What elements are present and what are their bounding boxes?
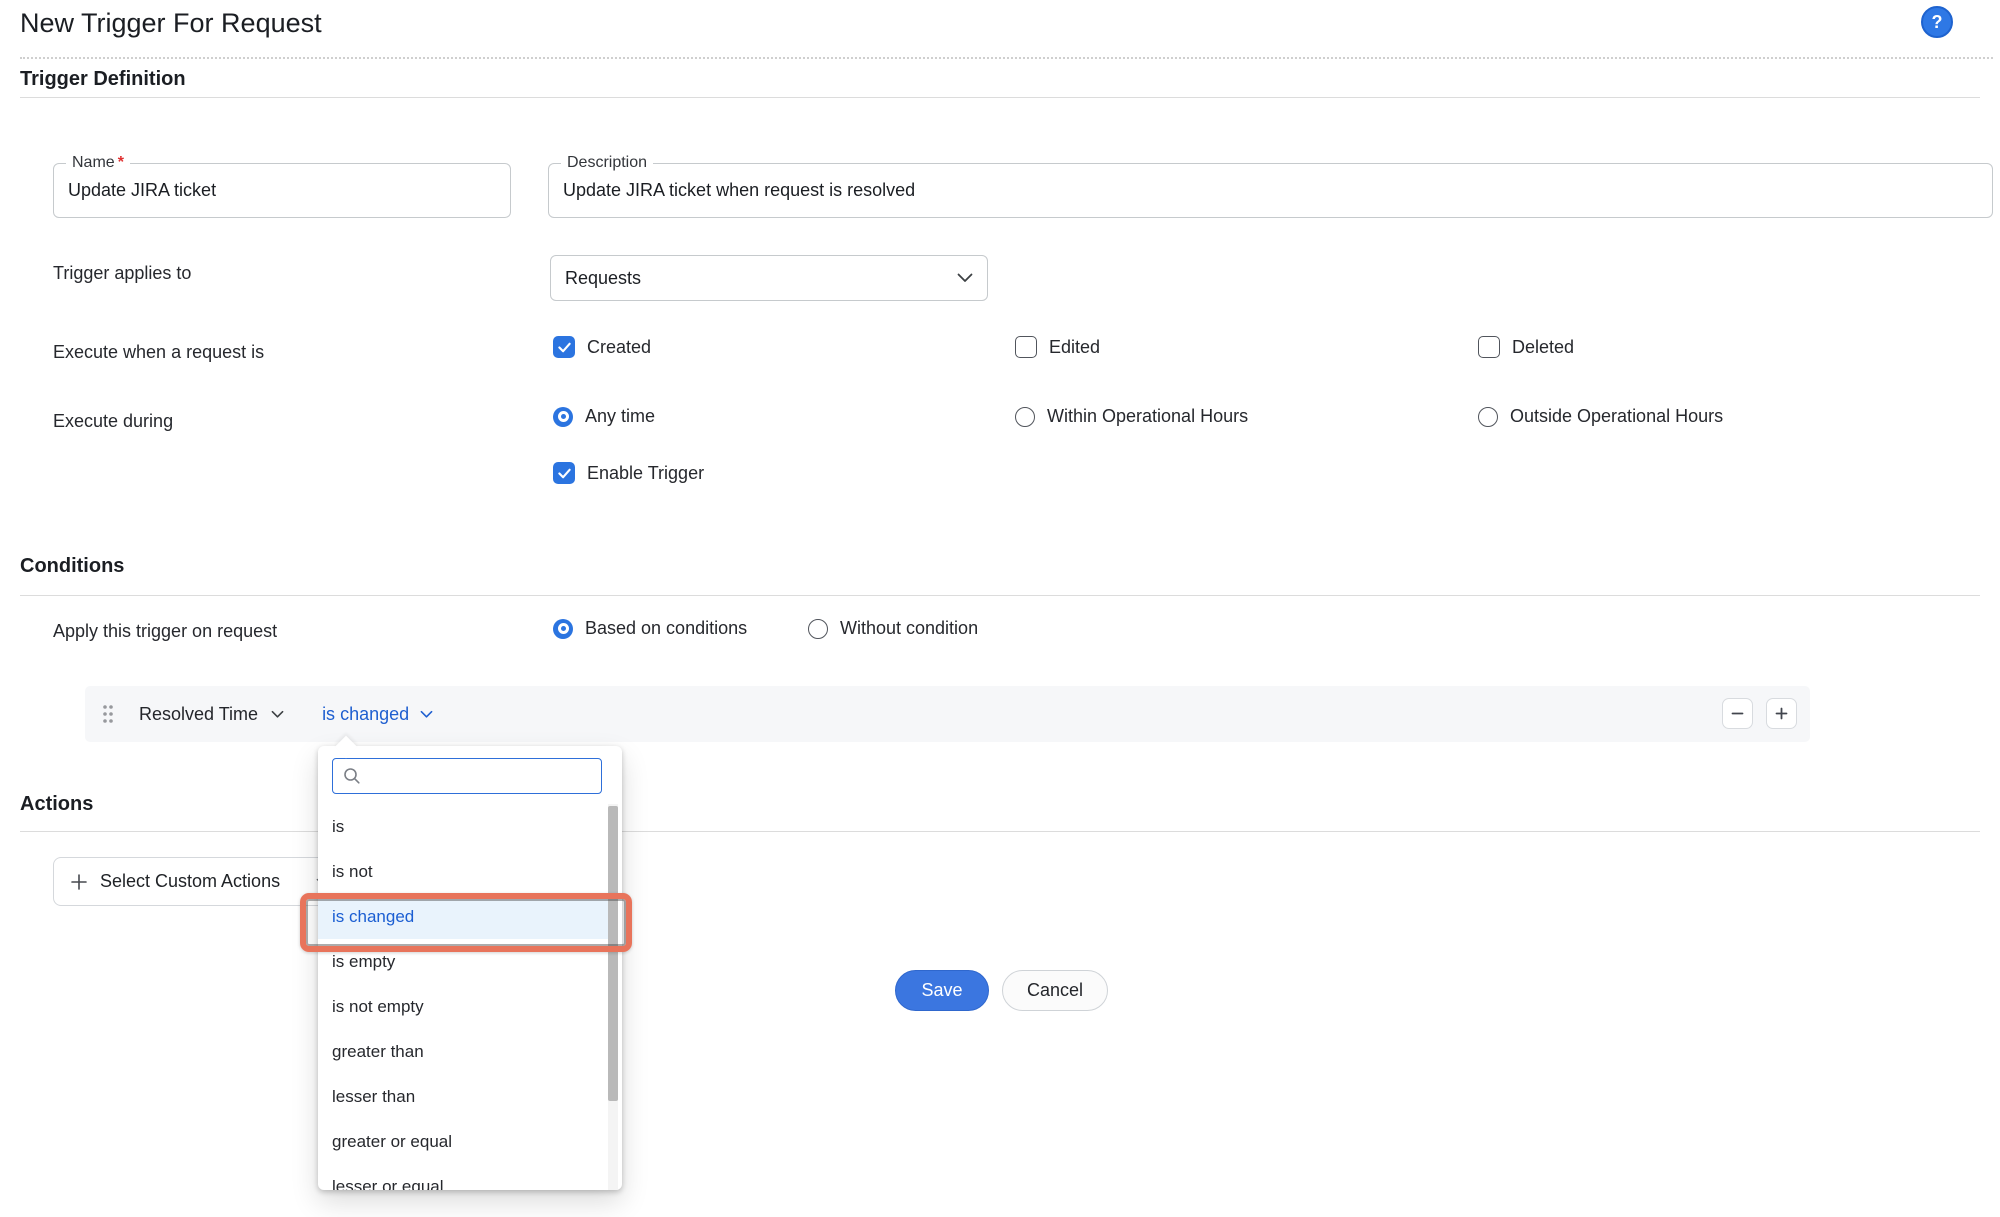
applies-to-value: Requests	[565, 268, 641, 289]
operator-option-lesser-than[interactable]: lesser than	[318, 1074, 608, 1119]
checkbox-unchecked-icon[interactable]	[1478, 336, 1500, 358]
save-button-label: Save	[921, 980, 962, 1001]
save-button[interactable]: Save	[895, 970, 989, 1011]
divider	[20, 97, 1980, 98]
checkbox-checked-icon[interactable]	[553, 336, 575, 358]
operator-list: is is not is changed is empty is not emp…	[318, 804, 608, 1190]
remove-condition-button[interactable]	[1722, 698, 1753, 729]
name-field[interactable]: Name* Update JIRA ticket	[53, 163, 511, 218]
condition-operator-select[interactable]: is changed	[322, 704, 433, 725]
radio-any-time[interactable]: Any time	[553, 406, 655, 427]
radio-selected-icon[interactable]	[553, 407, 573, 427]
operator-dropdown: is is not is changed is empty is not emp…	[318, 746, 622, 1190]
operator-option-is[interactable]: is	[318, 804, 608, 849]
operator-search-box[interactable]	[332, 758, 602, 794]
operator-option-is-changed[interactable]: is changed	[318, 894, 608, 939]
radio-within-operational-hours-label: Within Operational Hours	[1047, 406, 1248, 427]
dropdown-body: is is not is changed is empty is not emp…	[318, 746, 622, 1190]
radio-outside-operational-hours-label: Outside Operational Hours	[1510, 406, 1723, 427]
chevron-down-icon	[271, 710, 284, 719]
description-field[interactable]: Description Update JIRA ticket when requ…	[548, 163, 1993, 218]
applies-to-select[interactable]: Requests	[550, 255, 988, 301]
checkbox-unchecked-icon[interactable]	[1015, 336, 1037, 358]
chevron-down-icon	[957, 273, 973, 283]
radio-based-on-conditions-label: Based on conditions	[585, 618, 747, 639]
name-field-value[interactable]: Update JIRA ticket	[68, 164, 498, 217]
checkbox-deleted[interactable]: Deleted	[1478, 336, 1574, 358]
add-condition-button[interactable]	[1766, 698, 1797, 729]
minus-icon	[1730, 706, 1745, 721]
section-conditions: Conditions	[20, 555, 124, 578]
divider	[20, 595, 1980, 596]
operator-option-is-empty[interactable]: is empty	[318, 939, 608, 984]
operator-search-input[interactable]	[369, 766, 601, 786]
radio-outside-operational-hours[interactable]: Outside Operational Hours	[1478, 406, 1723, 427]
select-custom-actions-label: Select Custom Actions	[100, 871, 304, 892]
checkbox-edited[interactable]: Edited	[1015, 336, 1100, 358]
radio-any-time-label: Any time	[585, 406, 655, 427]
apply-trigger-label: Apply this trigger on request	[53, 621, 277, 642]
radio-within-operational-hours[interactable]: Within Operational Hours	[1015, 406, 1248, 427]
execute-when-label: Execute when a request is	[53, 342, 264, 363]
operator-option-lesser-or-equal[interactable]: lesser or equal	[318, 1164, 608, 1190]
operator-option-is-not-empty[interactable]: is not empty	[318, 984, 608, 1029]
section-actions: Actions	[20, 793, 93, 816]
help-icon: ?	[1932, 12, 1943, 33]
section-trigger-definition: Trigger Definition	[20, 68, 186, 91]
divider	[20, 831, 1980, 832]
operator-option-greater-or-equal[interactable]: greater or equal	[318, 1119, 608, 1164]
scrollbar-thumb[interactable]	[608, 806, 618, 1101]
checkbox-checked-icon[interactable]	[553, 462, 575, 484]
condition-operator-value: is changed	[322, 704, 409, 725]
operator-option-greater-than[interactable]: greater than	[318, 1029, 608, 1074]
cancel-button[interactable]: Cancel	[1002, 970, 1108, 1011]
operator-option-is-not[interactable]: is not	[318, 849, 608, 894]
condition-field-value: Resolved Time	[139, 704, 258, 725]
description-field-value[interactable]: Update JIRA ticket when request is resol…	[563, 164, 1980, 217]
help-button[interactable]: ?	[1921, 6, 1953, 38]
drag-handle-icon[interactable]	[95, 702, 121, 726]
radio-based-on-conditions[interactable]: Based on conditions	[553, 618, 747, 639]
chevron-down-icon	[420, 710, 433, 719]
execute-during-label: Execute during	[53, 411, 173, 432]
checkbox-created[interactable]: Created	[553, 336, 651, 358]
search-icon	[343, 767, 361, 785]
page-title: New Trigger For Request	[20, 8, 322, 39]
radio-unselected-icon[interactable]	[1015, 407, 1035, 427]
plus-icon	[70, 873, 88, 891]
header-divider	[20, 57, 1993, 59]
condition-field-select[interactable]: Resolved Time	[139, 704, 284, 725]
radio-selected-icon[interactable]	[553, 619, 573, 639]
radio-without-condition[interactable]: Without condition	[808, 618, 978, 639]
radio-unselected-icon[interactable]	[1478, 407, 1498, 427]
applies-to-label: Trigger applies to	[53, 263, 191, 284]
checkbox-created-label: Created	[587, 337, 651, 358]
cancel-button-label: Cancel	[1027, 980, 1083, 1001]
checkbox-enable-trigger[interactable]: Enable Trigger	[553, 462, 704, 484]
plus-icon	[1774, 706, 1789, 721]
checkbox-enable-trigger-label: Enable Trigger	[587, 463, 704, 484]
checkbox-edited-label: Edited	[1049, 337, 1100, 358]
radio-unselected-icon[interactable]	[808, 619, 828, 639]
condition-row: Resolved Time is changed	[85, 686, 1810, 742]
checkbox-deleted-label: Deleted	[1512, 337, 1574, 358]
radio-without-condition-label: Without condition	[840, 618, 978, 639]
dropdown-scrollbar[interactable]	[608, 804, 618, 1190]
select-custom-actions-button[interactable]: Select Custom Actions	[53, 857, 345, 906]
